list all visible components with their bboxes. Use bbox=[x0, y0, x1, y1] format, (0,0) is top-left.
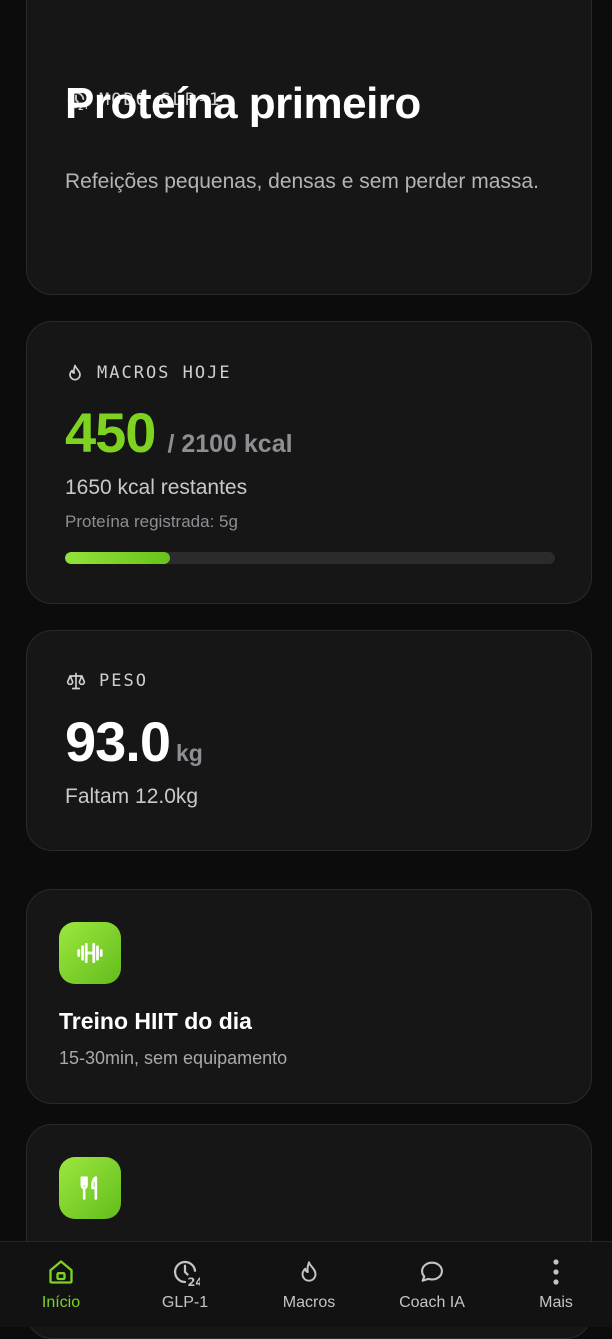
kcal-consumed: 450 bbox=[65, 401, 156, 464]
kcal-remaining: 1650 kcal restantes bbox=[65, 476, 248, 499]
glp-mode-card[interactable]: 24 MODO GLP-1 Proteína primeiro Refeiçõe… bbox=[26, 0, 592, 295]
weight-value-row: 93.0 kg bbox=[65, 709, 203, 774]
weight-eyebrow: PESO bbox=[65, 671, 148, 691]
clock-24-icon: 24 bbox=[170, 1256, 200, 1288]
nav-item-glp1[interactable]: 24 GLP-1 bbox=[135, 1242, 235, 1327]
nav-item-coach-ia[interactable]: Coach IA bbox=[382, 1242, 482, 1327]
more-vertical-icon bbox=[551, 1256, 561, 1288]
dumbbell-icon bbox=[59, 922, 121, 984]
macros-eyebrow-label: MACROS HOJE bbox=[97, 363, 232, 383]
macros-card[interactable]: MACROS HOJE 450 / 2100 kcal 1650 kcal re… bbox=[26, 321, 592, 604]
nav-label-mais: Mais bbox=[539, 1294, 573, 1311]
weight-unit: kg bbox=[176, 740, 203, 766]
feature-title: Treino HIIT do dia bbox=[59, 1008, 252, 1034]
weight-remaining: Faltam 12.0kg bbox=[65, 785, 199, 808]
bottom-nav: Início 24 GLP-1 Macros Coach IA bbox=[0, 1241, 612, 1327]
kcal-progress-bar bbox=[65, 552, 555, 564]
feature-card-hiit[interactable]: Treino HIIT do dia 15-30min, sem equipam… bbox=[26, 889, 592, 1104]
utensils-icon bbox=[59, 1157, 121, 1219]
chat-bubble-icon bbox=[418, 1256, 446, 1288]
nav-label-glp1: GLP-1 bbox=[161, 1294, 209, 1311]
glp-subtitle: Refeições pequenas, densas e sem perder … bbox=[65, 170, 539, 193]
home-icon bbox=[47, 1256, 75, 1288]
nav-item-mais[interactable]: Mais bbox=[506, 1242, 606, 1327]
glp-title: Proteína primeiro bbox=[65, 79, 421, 128]
svg-text:24: 24 bbox=[188, 1276, 201, 1287]
flame-icon bbox=[296, 1256, 322, 1288]
feature-subtitle: 15-30min, sem equipamento bbox=[59, 1048, 288, 1068]
macros-kcal-row: 450 / 2100 kcal bbox=[65, 400, 293, 465]
macros-eyebrow: MACROS HOJE bbox=[65, 362, 232, 384]
weight-eyebrow-label: PESO bbox=[99, 671, 148, 691]
weight-card[interactable]: PESO 93.0 kg Faltam 12.0kg bbox=[26, 630, 592, 851]
kcal-total: / 2100 kcal bbox=[167, 430, 293, 458]
kcal-progress-fill bbox=[65, 552, 170, 564]
nav-item-macros[interactable]: Macros bbox=[259, 1242, 359, 1327]
nav-item-inicio[interactable]: Início bbox=[11, 1242, 111, 1327]
nav-label-macros: Macros bbox=[282, 1294, 336, 1311]
protein-logged: Proteína registrada: 5g bbox=[65, 512, 238, 531]
weight-value: 93.0 bbox=[65, 710, 171, 773]
nav-label-coach-ia: Coach IA bbox=[399, 1294, 465, 1311]
flame-icon bbox=[65, 362, 85, 384]
scale-icon bbox=[65, 671, 87, 691]
nav-label-inicio: Início bbox=[41, 1294, 81, 1311]
